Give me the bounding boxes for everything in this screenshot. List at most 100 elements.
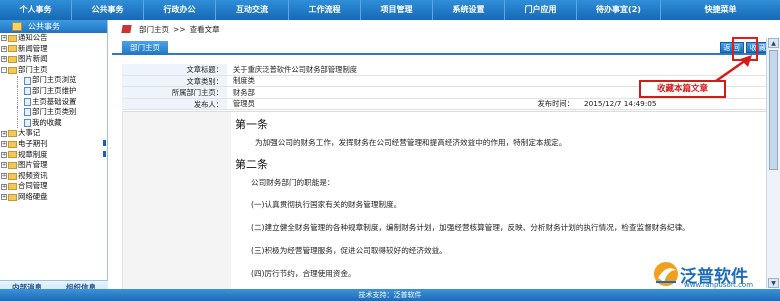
- scroll-up-icon[interactable]: ▲: [768, 38, 779, 48]
- folder-icon: [8, 55, 17, 63]
- category-value: 制度类: [233, 76, 255, 85]
- sidebar-item-label: 部门主页: [18, 64, 48, 74]
- section-heading-1: 第一条: [235, 118, 268, 131]
- folder-icon: [8, 193, 17, 201]
- paragraph-2: 公司财务部门的职能是：: [251, 178, 335, 187]
- nav-portal[interactable]: 门户应用: [505, 0, 577, 20]
- sidebar-item[interactable]: 主页基础设置: [1, 97, 107, 108]
- meta-row-title: 文章标题： 关于重庆泛普软件公司财务部管理制度: [122, 64, 776, 76]
- time-value: 2015/12/7 14:49:05: [584, 99, 657, 108]
- sidebar-item[interactable]: + 通知公告: [1, 33, 107, 44]
- nav-office[interactable]: 行政办公: [144, 0, 216, 20]
- brand-logo: 泛普软件 www.fanpusoft.com: [650, 258, 778, 290]
- paragraph-6: (四)厉行节约，合理使用资金。: [251, 269, 356, 278]
- nav-workflow[interactable]: 工作流程: [289, 0, 361, 20]
- sidebar-item-label: 图片新闻: [18, 54, 48, 64]
- sidebar-item[interactable]: 我的收藏: [1, 118, 107, 129]
- nav-project[interactable]: 项目管理: [361, 0, 433, 20]
- expand-toggle-icon[interactable]: +: [1, 194, 7, 201]
- sidebar-item-label: 部门主页维护: [32, 85, 77, 95]
- sidebar-item-label: 视频资讯: [18, 170, 48, 180]
- sidebar-item-label: 网络硬盘: [18, 191, 48, 201]
- author-value: 管理员: [233, 99, 255, 108]
- breadcrumb-first[interactable]: 部门主页: [139, 24, 169, 35]
- tree-line: [17, 75, 23, 86]
- sidebar-item[interactable]: - 部门主页: [1, 65, 107, 76]
- folder-icon: [8, 151, 17, 159]
- sidebar-item-label: 图片管理: [18, 160, 48, 170]
- folder-icon: [8, 183, 17, 191]
- tab-bar: 部门主页 返 回 收 藏: [112, 41, 776, 55]
- meta-row-author: 发布人： 管理员 发布时间： 2015/12/7 14:49:05: [122, 98, 776, 110]
- sidebar-item[interactable]: + 电子期刊: [1, 139, 107, 150]
- expand-toggle-icon[interactable]: +: [1, 183, 7, 190]
- sidebar-item-label: 合同管理: [18, 181, 48, 191]
- dept-label: 所属部门主页：: [122, 87, 227, 98]
- dept-value: 财务部: [233, 87, 255, 97]
- nav-system-settings[interactable]: 系统设置: [433, 0, 505, 20]
- section-heading-2: 第二条: [235, 158, 268, 171]
- expand-toggle-icon[interactable]: +: [1, 130, 7, 137]
- nav-todo[interactable]: 待办事宜(2): [577, 0, 661, 20]
- page-icon: [24, 76, 31, 85]
- sidebar-item[interactable]: + 网络硬盘: [1, 192, 107, 203]
- page-icon: [24, 97, 31, 106]
- folder-icon: [12, 22, 22, 31]
- sidebar-item[interactable]: + 大事记: [1, 128, 107, 139]
- folder-icon: [8, 45, 17, 53]
- favorite-callout: 收藏本篇文章: [639, 80, 726, 98]
- page-icon: [24, 108, 31, 117]
- folder-icon: [8, 34, 17, 42]
- sidebar-item[interactable]: + 图片管理: [1, 160, 107, 171]
- paragraph-4: (二)建立健全财务管理的各种规章制度，编制财务计划，加强经营核算管理，反映、分析…: [251, 223, 690, 232]
- scroll-thumb[interactable]: [769, 50, 778, 170]
- nav-personal-affairs[interactable]: 个人事务: [0, 0, 72, 20]
- sidebar-item[interactable]: 部门主页类别: [1, 107, 107, 118]
- sidebar-item[interactable]: + 新闻管理: [1, 44, 107, 55]
- home-icon: [121, 25, 132, 33]
- sidebar-item-label: 通知公告: [18, 33, 48, 42]
- nav-shortcut-menu[interactable]: 快捷菜单: [661, 0, 780, 20]
- paragraph-1: 为加强公司的财务工作，发挥财务在公司经营管理和提高经济效益中的作用，特制定本规定…: [255, 138, 567, 147]
- folder-icon: [8, 140, 17, 148]
- sidebar-item[interactable]: + 规章制度: [1, 150, 107, 161]
- body-left-column: [123, 112, 231, 289]
- sidebar-item-label: 大事记: [18, 128, 41, 138]
- vertical-scrollbar[interactable]: ▲ ▼: [766, 38, 780, 288]
- page-icon: [24, 119, 31, 128]
- breadcrumb: 部门主页 >> 查看文章: [112, 20, 780, 38]
- expand-toggle-icon[interactable]: +: [1, 141, 7, 148]
- expand-toggle-icon[interactable]: +: [1, 173, 7, 180]
- sidebar-title: 公共事务: [0, 20, 107, 33]
- sidebar-item[interactable]: 部门主页浏览: [1, 75, 107, 86]
- tree-line: [17, 86, 23, 97]
- tree-line: [17, 118, 23, 129]
- sidebar-tree: + 通知公告 + 新闻管理 + 图片新闻 - 部门主页 部门主页浏览 部门主页维护 主页基础设置 部门…: [0, 33, 107, 203]
- expand-toggle-icon[interactable]: +: [1, 45, 7, 52]
- nav-public-affairs[interactable]: 公共事务: [72, 0, 144, 20]
- breadcrumb-current: 查看文章: [189, 24, 220, 34]
- sidebar-item-label: 部门主页浏览: [32, 75, 77, 85]
- logo-url: www.fanpusoft.com: [684, 281, 754, 289]
- expand-toggle-icon[interactable]: +: [1, 56, 7, 63]
- sidebar-item-label: 电子期刊: [18, 138, 48, 148]
- sidebar-item[interactable]: + 合同管理: [1, 181, 107, 192]
- expand-toggle-icon[interactable]: +: [1, 162, 7, 169]
- expand-toggle-icon[interactable]: -: [1, 67, 7, 74]
- tab-dept-home[interactable]: 部门主页: [122, 41, 168, 55]
- expand-toggle-icon[interactable]: +: [1, 151, 7, 158]
- paragraph-5: (三)积极为经营管理服务，促进公司取得较好的经济效益。: [251, 246, 447, 255]
- sidebar-item-label: 主页基础设置: [32, 96, 77, 106]
- sidebar-item[interactable]: 部门主页维护: [1, 86, 107, 97]
- tree-line: [17, 96, 23, 107]
- expand-toggle-icon[interactable]: +: [1, 35, 7, 42]
- sidebar-item[interactable]: + 图片新闻: [1, 54, 107, 65]
- nav-interaction[interactable]: 互动交流: [216, 0, 289, 20]
- page-icon: [24, 87, 31, 96]
- folder-icon: [8, 172, 17, 180]
- title-label: 文章标题：: [122, 64, 227, 75]
- collapse-markers[interactable]: [103, 140, 107, 162]
- sidebar-item[interactable]: + 视频资讯: [1, 171, 107, 182]
- sidebar-item-label: 新闻管理: [18, 43, 48, 53]
- category-label: 文章类别：: [122, 75, 227, 86]
